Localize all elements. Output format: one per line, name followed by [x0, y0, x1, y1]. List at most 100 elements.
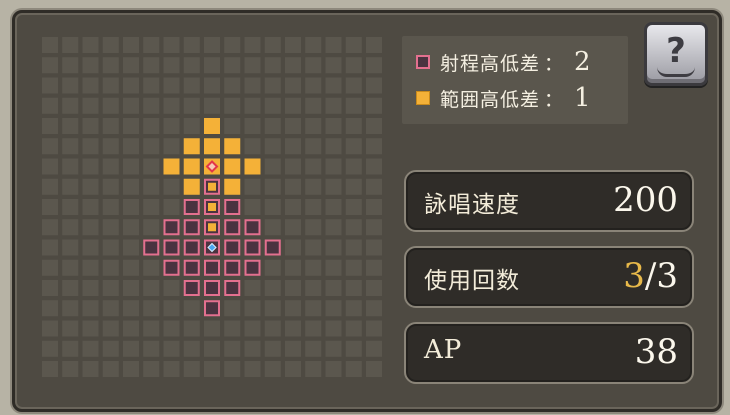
- grid-cell-empty: [285, 77, 301, 94]
- grid-cell-empty: [123, 138, 139, 155]
- grid-cell-range: [204, 300, 220, 317]
- grid-cell-empty: [345, 199, 362, 215]
- grid-cell-empty: [102, 300, 119, 317]
- grid-cell-empty: [366, 178, 382, 195]
- grid-cell-empty: [123, 219, 139, 236]
- grid-cell-empty: [224, 361, 241, 377]
- legend-range-value: 2: [574, 47, 592, 77]
- grid-cell-empty: [42, 97, 58, 114]
- grid-cell-empty: [305, 178, 322, 195]
- grid-cell-empty: [244, 320, 261, 337]
- grid-cell-empty: [244, 340, 261, 357]
- grid-cell-empty: [305, 158, 322, 175]
- grid-cell-empty: [42, 138, 58, 155]
- grid-cell-empty: [123, 280, 139, 296]
- grid-cell-empty: [264, 178, 281, 195]
- grid-cell-empty: [325, 37, 342, 53]
- uses-current: 3: [623, 256, 645, 296]
- grid-cell-range: [163, 239, 180, 256]
- grid-cell-empty: [62, 361, 79, 377]
- grid-cell-empty: [102, 138, 119, 155]
- grid-cell-empty: [123, 77, 139, 94]
- grid-cell-empty: [204, 57, 220, 74]
- grid-cell-empty: [123, 259, 139, 276]
- grid-cell-empty: [366, 361, 382, 377]
- grid-cell-empty: [143, 280, 160, 296]
- grid-cell-empty: [204, 340, 220, 357]
- grid-cell-empty: [62, 239, 79, 256]
- grid-cell-empty: [163, 178, 180, 195]
- grid-cell-empty: [264, 219, 281, 236]
- grid-cell-area: [183, 178, 200, 195]
- grid-cell-empty: [82, 57, 99, 74]
- grid-cell-range: [183, 219, 200, 236]
- grid-cell-empty: [285, 158, 301, 175]
- grid-cell-empty: [143, 340, 160, 357]
- grid-cell-empty: [102, 239, 119, 256]
- grid-cell-empty: [143, 320, 160, 337]
- grid-cell-empty: [264, 320, 281, 337]
- grid-cell-empty: [102, 199, 119, 215]
- grid-cell-empty: [345, 239, 362, 256]
- grid-cell-area: [183, 138, 200, 155]
- grid-cell-empty: [244, 37, 261, 53]
- grid-cell-empty: [345, 57, 362, 74]
- help-button[interactable]: ?: [644, 22, 708, 86]
- grid-cell-empty: [183, 57, 200, 74]
- stat-uses: 使用回数 3/3: [404, 246, 694, 308]
- grid-cell-area: [224, 158, 241, 175]
- grid-cell-area: [163, 158, 180, 175]
- grid-cell-empty: [143, 97, 160, 114]
- grid-cell-area: [224, 178, 241, 195]
- grid-cell-empty: [183, 118, 200, 134]
- grid-cell-empty: [345, 77, 362, 94]
- grid-cell-empty: [143, 77, 160, 94]
- grid-cell-empty: [285, 37, 301, 53]
- grid-cell-empty: [264, 97, 281, 114]
- grid-cell-empty: [42, 77, 58, 94]
- grid-cell-empty: [366, 219, 382, 236]
- book-icon: [657, 66, 695, 77]
- grid-cell-area: [208, 182, 216, 191]
- area-swatch-icon: [416, 91, 430, 105]
- grid-cell-empty: [285, 138, 301, 155]
- grid-cell-empty: [285, 300, 301, 317]
- grid-cell-empty: [264, 300, 281, 317]
- grid-cell-empty: [244, 118, 261, 134]
- grid-cell-empty: [183, 320, 200, 337]
- grid-cell-empty: [244, 361, 261, 377]
- stat-ap: AP 38: [404, 322, 694, 384]
- grid-cell-empty: [224, 118, 241, 134]
- grid-cell-empty: [42, 158, 58, 175]
- ap-value: 38: [634, 332, 678, 372]
- grid-cell-empty: [305, 340, 322, 357]
- grid-cell-empty: [366, 158, 382, 175]
- grid-cell-empty: [305, 138, 322, 155]
- grid-cell-empty: [62, 37, 79, 53]
- help-icon: ?: [666, 31, 686, 71]
- grid-cell-empty: [82, 158, 99, 175]
- grid-cell-empty: [42, 37, 58, 53]
- grid-cell-empty: [345, 300, 362, 317]
- grid-cell-empty: [366, 118, 382, 134]
- grid-cell-empty: [305, 300, 322, 317]
- grid-cell-empty: [123, 361, 139, 377]
- grid-cell-range: [143, 239, 160, 256]
- grid-cell-empty: [366, 340, 382, 357]
- grid-cell-empty: [224, 97, 241, 114]
- grid-cell-empty: [305, 97, 322, 114]
- grid-cell-empty: [123, 239, 139, 256]
- grid-cell-empty: [366, 57, 382, 74]
- grid-cell-empty: [42, 118, 58, 134]
- grid-cell-empty: [82, 320, 99, 337]
- grid-cell-empty: [244, 97, 261, 114]
- grid-cell-empty: [163, 97, 180, 114]
- grid-cell-empty: [123, 178, 139, 195]
- grid-cell-empty: [345, 97, 362, 114]
- grid-cell-empty: [325, 320, 342, 337]
- grid-cell-empty: [325, 178, 342, 195]
- grid-cell-empty: [123, 118, 139, 134]
- legend-range-label: 射程高低差: [440, 52, 541, 75]
- grid-cell-empty: [264, 340, 281, 357]
- grid-cell-empty: [102, 57, 119, 74]
